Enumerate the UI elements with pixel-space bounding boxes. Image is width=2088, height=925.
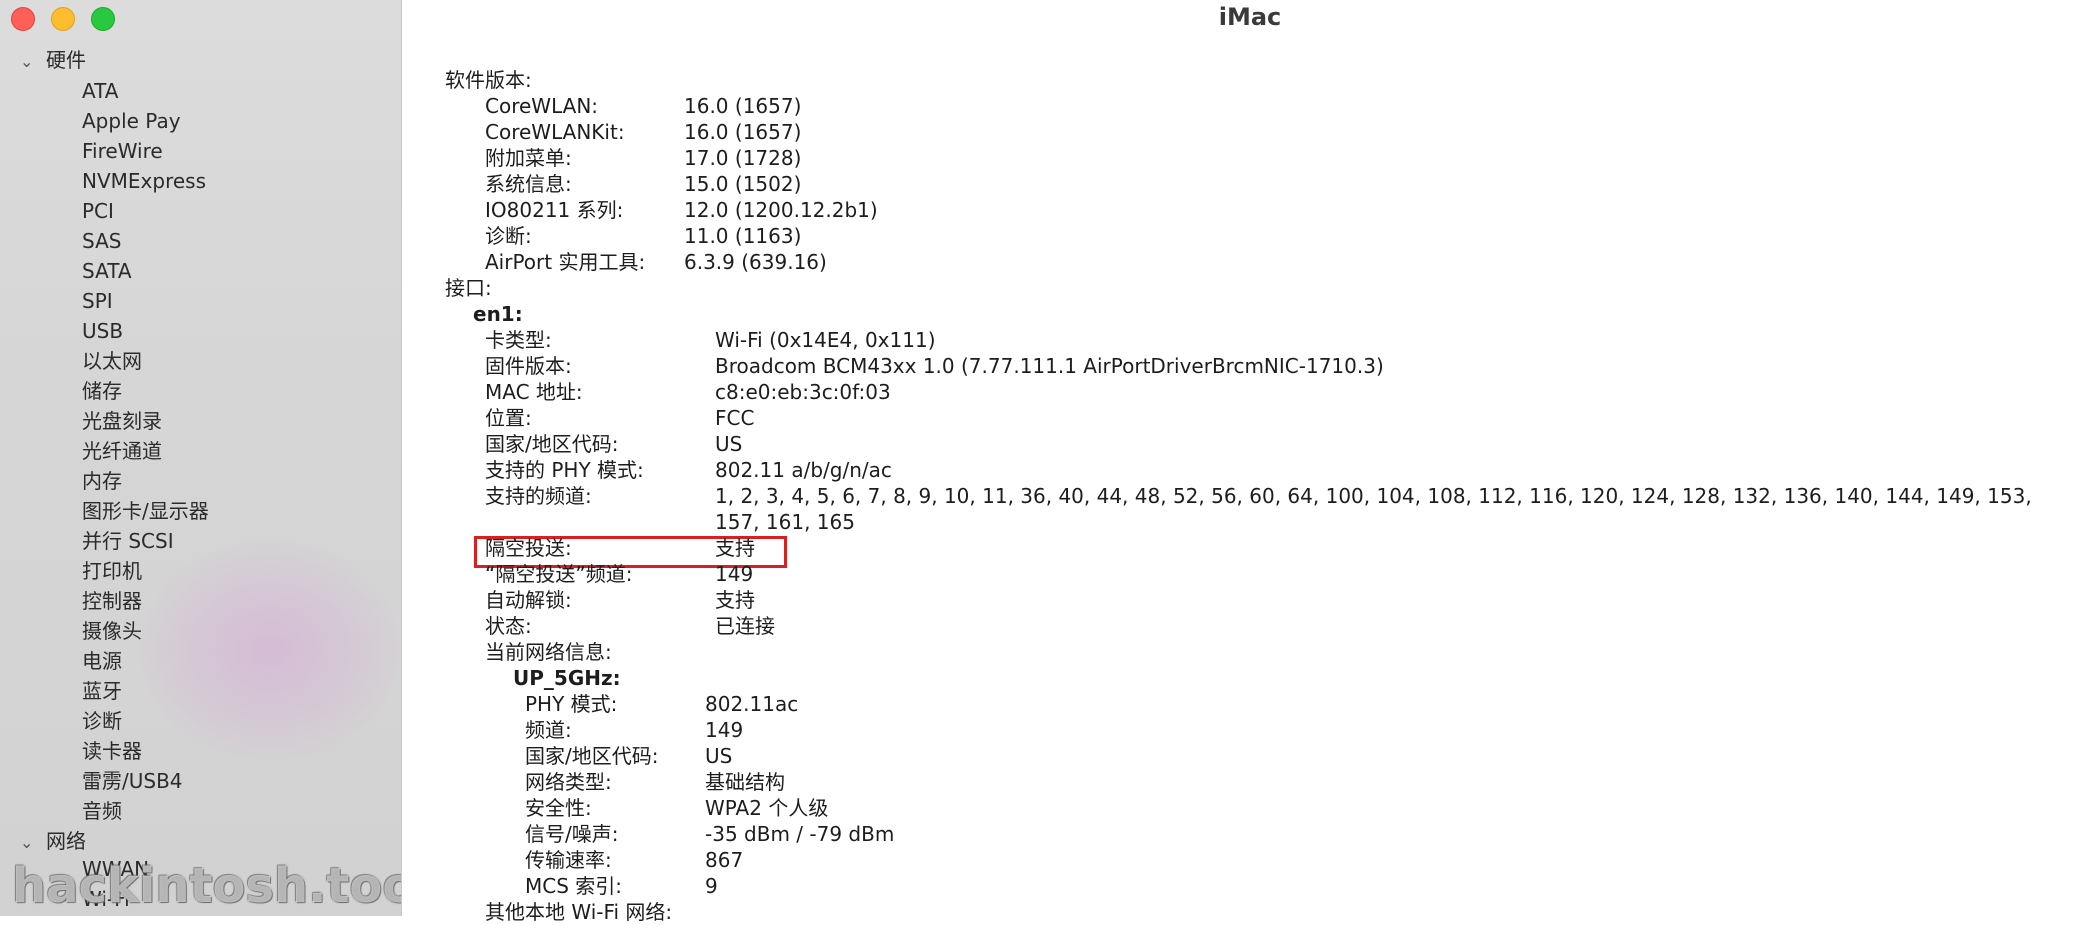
sidebar: ⌄ 硬件 ATA Apple Pay FireWire NVMExpress PC… (0, 0, 401, 916)
sidebar-item-camera[interactable]: 摄像头 (82, 616, 209, 646)
sidebar-item-pci[interactable]: PCI (82, 196, 209, 226)
row-label: 国家/地区代码: (485, 432, 619, 456)
row-value: 基础结构 (705, 770, 785, 794)
row-label: 诊断: (485, 224, 532, 248)
row-value: c8:e0:eb:3c:0f:03 (715, 380, 891, 404)
row-label: 位置: (485, 406, 532, 430)
row-value: 867 (705, 848, 744, 872)
row-value: 16.0 (1657) (684, 120, 802, 144)
row-label: PHY 模式: (525, 692, 618, 716)
sidebar-item-graphics[interactable]: 图形卡/显示器 (82, 496, 209, 526)
sidebar-hardware-list: ATA Apple Pay FireWire NVMExpress PCI SA… (82, 76, 209, 826)
watermark: hackintosh.tools (12, 858, 401, 914)
row-label: 附加菜单: (485, 146, 572, 170)
interfaces-heading: 接口: (445, 276, 492, 300)
row-value: 已连接 (715, 614, 775, 638)
row-value: Broadcom BCM43xx 1.0 (7.77.111.1 AirPort… (715, 354, 1384, 378)
row-value: 9 (705, 874, 718, 898)
row-value: 16.0 (1657) (684, 94, 802, 118)
row-label: 安全性: (525, 796, 592, 820)
row-value: 12.0 (1200.12.2b1) (684, 198, 878, 222)
sidebar-item-parallel-scsi[interactable]: 并行 SCSI (82, 526, 209, 556)
row-label: 支持的频道: (485, 484, 592, 508)
row-value: 802.11 a/b/g/n/ac (715, 458, 892, 482)
row-value: US (705, 744, 733, 768)
row-value: 1, 2, 3, 4, 5, 6, 7, 8, 9, 10, 11, 36, 4… (715, 484, 2032, 508)
row-value: 11.0 (1163) (684, 224, 802, 248)
sidebar-divider[interactable] (401, 0, 402, 916)
row-label: “隔空投送”频道: (485, 562, 633, 586)
row-value: 17.0 (1728) (684, 146, 802, 170)
row-label: 信号/噪声: (525, 822, 619, 846)
sidebar-item-fibre-channel[interactable]: 光纤通道 (82, 436, 209, 466)
row-label: CoreWLANKit: (485, 120, 625, 144)
row-label: IO80211 系列: (485, 198, 624, 222)
sidebar-item-audio[interactable]: 音频 (82, 796, 209, 826)
row-value: 支持 (715, 588, 755, 612)
row-label: 频道: (525, 718, 572, 742)
row-label: MAC 地址: (485, 380, 583, 404)
sidebar-item-power[interactable]: 电源 (82, 646, 209, 676)
row-label: 自动解锁: (485, 588, 572, 612)
row-label: 网络类型: (525, 770, 612, 794)
sidebar-item-thunderbolt[interactable]: 雷雳/USB4 (82, 766, 209, 796)
sidebar-item-disc-burning[interactable]: 光盘刻录 (82, 406, 209, 436)
other-networks-heading: 其他本地 Wi-Fi 网络: (485, 900, 673, 924)
row-label: 传输速率: (525, 848, 612, 872)
sidebar-item-memory[interactable]: 内存 (82, 466, 209, 496)
row-value: 149 (705, 718, 744, 742)
sidebar-item-ethernet[interactable]: 以太网 (82, 346, 209, 376)
row-value: 6.3.9 (639.16) (684, 250, 827, 274)
sidebar-item-firewire[interactable]: FireWire (82, 136, 209, 166)
sidebar-item-ata[interactable]: ATA (82, 76, 209, 106)
sidebar-item-printers[interactable]: 打印机 (82, 556, 209, 586)
sidebar-item-diagnostics[interactable]: 诊断 (82, 706, 209, 736)
sidebar-item-sas[interactable]: SAS (82, 226, 209, 256)
zoom-button[interactable] (91, 7, 115, 31)
minimize-button[interactable] (51, 7, 75, 31)
sidebar-group-hardware[interactable]: ⌄ 硬件 (20, 47, 86, 75)
row-value: 149 (715, 562, 754, 586)
interface-name: en1: (473, 302, 523, 326)
row-label: 状态: (485, 614, 532, 638)
software-heading: 软件版本: (445, 68, 532, 92)
row-value: 支持 (715, 536, 755, 560)
row-label: 当前网络信息: (485, 640, 612, 664)
chevron-down-icon[interactable]: ⌄ (20, 830, 38, 856)
sidebar-item-storage[interactable]: 储存 (82, 376, 209, 406)
chevron-down-icon[interactable]: ⌄ (20, 49, 38, 75)
window-title: iMac (1218, 3, 1282, 31)
sidebar-item-controller[interactable]: 控制器 (82, 586, 209, 616)
row-value: Wi-Fi (0x14E4, 0x111) (715, 328, 936, 352)
sidebar-item-nvmexpress[interactable]: NVMExpress (82, 166, 209, 196)
row-value: 157, 161, 165 (715, 510, 855, 534)
row-label: 卡类型: (485, 328, 552, 352)
row-value: -35 dBm / -79 dBm (705, 822, 895, 846)
row-label: CoreWLAN: (485, 94, 599, 118)
sidebar-group-label: 硬件 (46, 48, 86, 72)
sidebar-item-usb[interactable]: USB (82, 316, 209, 346)
row-label: 固件版本: (485, 354, 572, 378)
network-ssid: UP_5GHz: (513, 666, 621, 690)
row-label: 隔空投送: (485, 536, 572, 560)
row-value: 15.0 (1502) (684, 172, 802, 196)
sidebar-item-bluetooth[interactable]: 蓝牙 (82, 676, 209, 706)
row-value: US (715, 432, 743, 456)
row-label: 支持的 PHY 模式: (485, 458, 644, 482)
sidebar-item-apple-pay[interactable]: Apple Pay (82, 106, 209, 136)
row-value: FCC (715, 406, 755, 430)
sidebar-item-card-reader[interactable]: 读卡器 (82, 736, 209, 766)
sidebar-item-spi[interactable]: SPI (82, 286, 209, 316)
row-value: WPA2 个人级 (705, 796, 829, 820)
close-button[interactable] (11, 7, 35, 31)
sidebar-group-network[interactable]: ⌄ 网络 (20, 828, 86, 856)
row-label: MCS 索引: (525, 874, 623, 898)
row-label: 国家/地区代码: (525, 744, 659, 768)
sidebar-group-label: 网络 (46, 829, 86, 853)
row-value: 802.11ac (705, 692, 799, 716)
row-label: 系统信息: (485, 172, 572, 196)
sidebar-item-sata[interactable]: SATA (82, 256, 209, 286)
row-label: AirPort 实用工具: (485, 250, 646, 274)
